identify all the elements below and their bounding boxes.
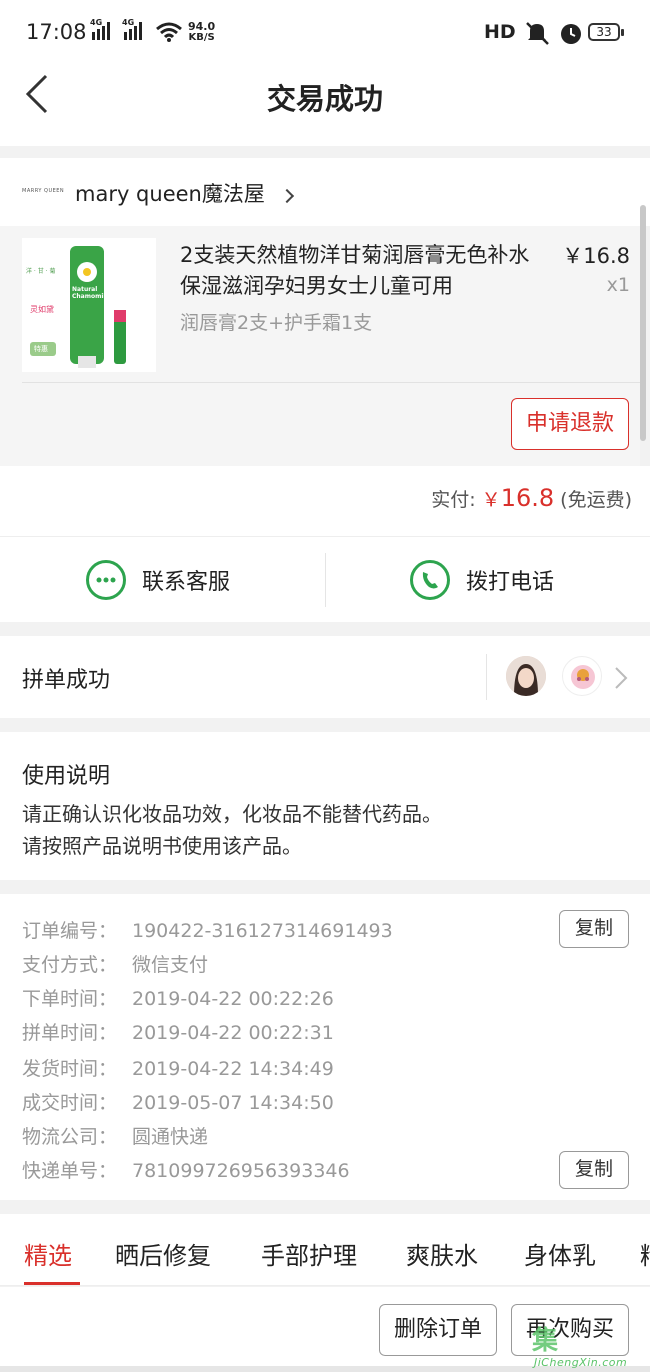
usage-notes: 使用说明 请正确认识化妆品功效，化妆品不能替代药品。 请按照产品说明书使用该产品… (0, 732, 650, 880)
usage-line: 请正确认识化妆品功效，化妆品不能替代药品。 (22, 802, 442, 826)
tracking-number-row: 快递单号： 781099726956393346 (22, 1160, 350, 1182)
payment-summary: 实付: ￥16.8 (免运费) (0, 466, 650, 536)
scrollbar[interactable] (640, 205, 646, 441)
hd-indicator: HD (484, 21, 516, 43)
battery-icon: 33 (588, 23, 624, 41)
avatar (506, 656, 546, 696)
call-phone-label: 拨打电话 (466, 570, 555, 595)
group-buy-label: 拼单成功 (22, 668, 111, 693)
tab-after-sun[interactable]: 晒后修复 (115, 1236, 211, 1271)
shop-logo: MARRY QUEEN (22, 188, 65, 194)
goods-price: ￥16.8 (562, 244, 630, 268)
goods-title[interactable]: 2支装天然植物洋甘菊润唇膏无色补水保湿滋润孕妇男女士儿童可用 (180, 240, 540, 302)
active-tab-indicator (24, 1282, 80, 1285)
goods-item[interactable]: 洋 · 甘 · 菊 灵如黛 特惠 Natural Chamomile 2支装天然… (0, 226, 640, 466)
copy-tracking-number-button[interactable]: 复制 (559, 1151, 629, 1189)
delete-order-button[interactable]: 删除订单 (379, 1304, 497, 1356)
divider (22, 382, 640, 383)
status-bar: 17:08 4G 4G 94.0 KB/S HD 33 (0, 0, 650, 64)
tracking-number: 781099726956393346 (132, 1160, 350, 1182)
tab-body-lotion[interactable]: 身体乳 (524, 1236, 596, 1271)
tab-hand-care[interactable]: 手部护理 (261, 1236, 357, 1271)
usage-line: 请按照产品说明书使用该产品。 (22, 834, 302, 858)
group-buy-row[interactable]: 拼单成功 (0, 636, 650, 718)
recommend-tabs: 精选 晒后修复 手部护理 爽肤水 身体乳 精 (0, 1214, 650, 1286)
group-time-row: 拼单时间： 2019-04-22 00:22:31 (22, 1022, 334, 1044)
call-phone-button[interactable]: 拨打电话 (410, 537, 554, 623)
watermark: 集 JiChengXin.com (528, 1318, 650, 1372)
copy-order-number-button[interactable]: 复制 (559, 910, 629, 948)
shop-name[interactable]: mary queen魔法屋 (75, 178, 294, 208)
paid-label: 实付: (431, 489, 482, 511)
contact-service-label: 联系客服 (142, 570, 231, 595)
order-time-row: 下单时间： 2019-04-22 00:22:26 (22, 988, 334, 1010)
ship-time-row: 发货时间： 2019-04-22 14:34:49 (22, 1058, 334, 1080)
page-header: 交易成功 (0, 64, 650, 146)
avatar (562, 656, 602, 696)
net-speed: 94.0 KB/S (188, 20, 216, 43)
usage-title: 使用说明 (22, 764, 111, 789)
order-number: 190422-316127314691493 (132, 920, 393, 942)
watermark-text: JiChengXin.com (534, 1356, 628, 1369)
shop-row[interactable]: MARRY QUEEN mary queen魔法屋 (0, 158, 650, 226)
payment-method-row: 支付方式： 微信支付 (22, 954, 209, 976)
contact-service-button[interactable]: 联系客服 (86, 537, 230, 623)
tab-featured[interactable]: 精选 (24, 1236, 72, 1271)
wifi-icon (156, 22, 182, 42)
tab-more[interactable]: 精 (640, 1236, 650, 1271)
order-number-row: 订单编号： 190422-316127314691493 (22, 920, 393, 942)
phone-icon (410, 560, 450, 600)
chat-icon (86, 560, 126, 600)
goods-spec: 润唇膏2支+护手霜1支 (180, 312, 373, 334)
refund-button[interactable]: 申请退款 (511, 398, 629, 450)
product-image-badge: 特惠 (34, 345, 48, 353)
watermark-logo: 集 (532, 1326, 559, 1356)
page-title: 交易成功 (266, 82, 383, 116)
deal-time-row: 成交时间： 2019-05-07 14:34:50 (22, 1092, 334, 1114)
divider (325, 553, 326, 607)
paid-amount: 16.8 (500, 484, 555, 512)
chevron-right-icon (615, 667, 628, 689)
order-info: 订单编号： 190422-316127314691493 支付方式： 微信支付 下单… (0, 894, 650, 1200)
paid-currency: ￥ (481, 489, 501, 511)
logistics-company-row: 物流公司： 圆通快递 (22, 1126, 209, 1148)
product-image-top-text: 洋 · 甘 · 菊 (26, 268, 56, 275)
product-image-brand: 灵如黛 (30, 305, 54, 314)
tab-toner[interactable]: 爽肤水 (406, 1236, 478, 1271)
product-image[interactable]: 洋 · 甘 · 菊 灵如黛 特惠 Natural Chamomile (22, 238, 156, 372)
status-time: 17:08 (26, 20, 87, 44)
shipping-note: (免运费) (554, 489, 632, 511)
alarm-icon (561, 24, 581, 44)
chevron-right-icon (279, 188, 294, 204)
mute-icon (526, 22, 549, 45)
contact-row: 联系客服 拨打电话 (0, 536, 650, 622)
divider (486, 654, 487, 700)
product-image-tube-text: Natural Chamomile (72, 286, 110, 300)
goods-quantity: x1 (606, 274, 630, 296)
